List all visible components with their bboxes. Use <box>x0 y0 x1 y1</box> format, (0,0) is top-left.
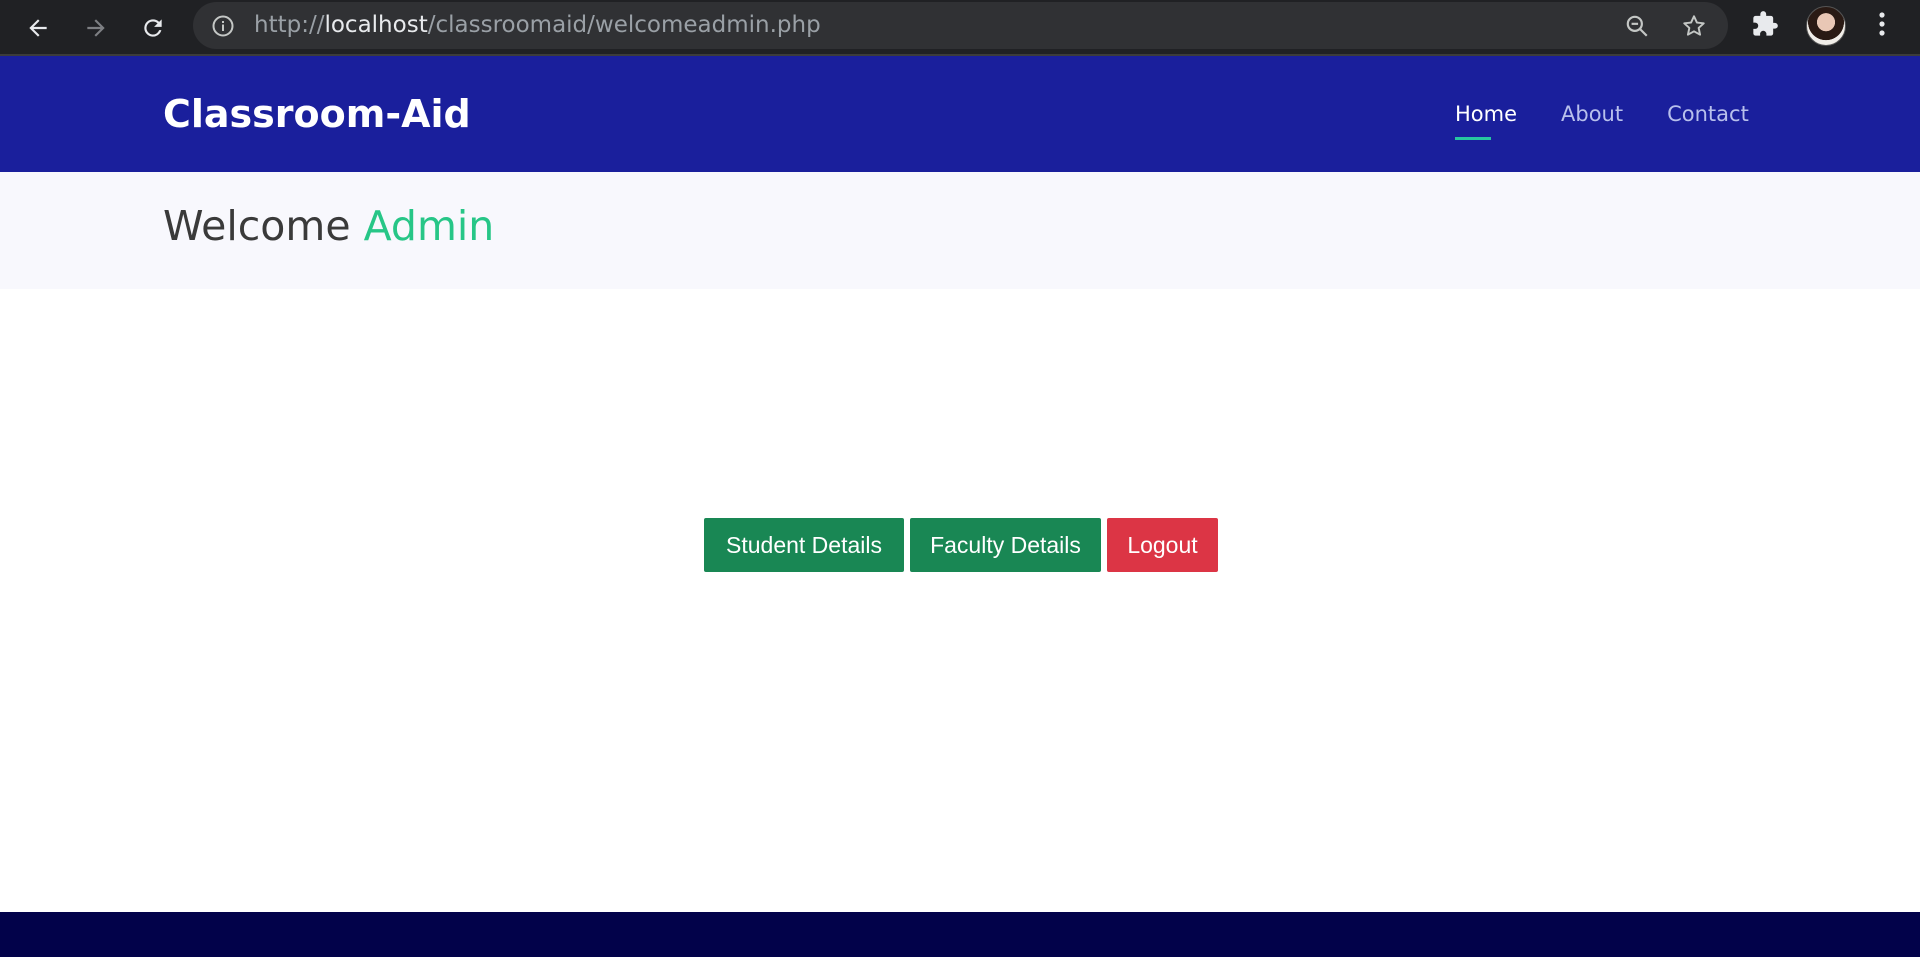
site-brand[interactable]: Classroom-Aid <box>163 56 471 172</box>
reload-icon[interactable] <box>133 8 173 48</box>
bookmark-star-icon[interactable] <box>1681 13 1707 44</box>
page-title: Welcome Admin <box>163 172 494 280</box>
zoom-out-icon[interactable] <box>1624 13 1650 44</box>
address-bar[interactable]: http://localhost/classroomaid/welcomeadm… <box>193 2 1728 49</box>
url-text: http://localhost/classroomaid/welcomeadm… <box>254 12 821 38</box>
site-header: Classroom-Aid Home About Contact <box>0 56 1920 172</box>
main-nav: Home About Contact <box>1455 56 1749 172</box>
student-details-button[interactable]: Student Details <box>704 518 904 572</box>
welcome-prefix: Welcome <box>163 202 351 250</box>
nav-link-home[interactable]: Home <box>1455 94 1517 140</box>
nav-link-about[interactable]: About <box>1561 94 1623 134</box>
info-icon[interactable] <box>211 14 235 43</box>
extensions-puzzle-icon[interactable] <box>1751 10 1779 43</box>
browser-toolbar: http://localhost/classroomaid/welcomeadm… <box>0 0 1920 56</box>
logout-button[interactable]: Logout <box>1107 518 1218 572</box>
browser-menu-icon[interactable] <box>1870 10 1894 43</box>
site-footer <box>0 912 1920 957</box>
nav-link-contact[interactable]: Contact <box>1667 94 1749 134</box>
admin-actions: Student Details Faculty Details Logout <box>704 518 1218 572</box>
forward-icon[interactable] <box>76 8 116 48</box>
profile-avatar[interactable] <box>1806 6 1846 46</box>
faculty-details-button[interactable]: Faculty Details <box>910 518 1101 572</box>
welcome-banner: Welcome Admin <box>0 172 1920 289</box>
back-icon[interactable] <box>18 8 58 48</box>
welcome-user-name: Admin <box>363 202 495 250</box>
